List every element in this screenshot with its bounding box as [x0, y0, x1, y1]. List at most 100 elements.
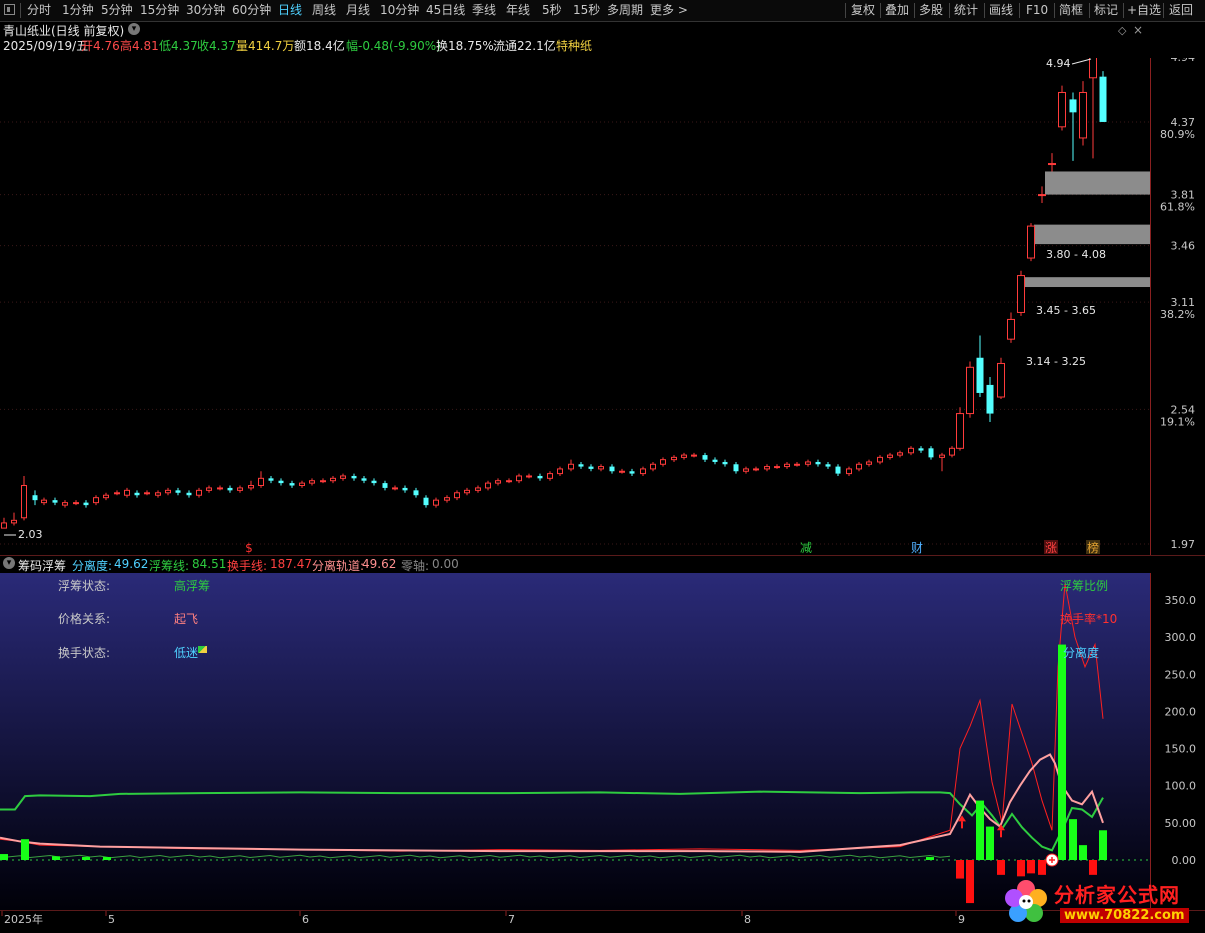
period-tab-quarterly[interactable]: 季线: [472, 2, 496, 19]
candle-body: [134, 492, 140, 496]
candle-body: [227, 487, 233, 491]
candle-body: [825, 464, 831, 467]
candle-body: [382, 483, 388, 488]
time-axis-label: 5: [108, 913, 115, 926]
more-periods-button[interactable]: 更多 >: [650, 2, 688, 19]
candle-body: [155, 492, 161, 496]
candle-body: [83, 502, 89, 506]
period-tab-5sec[interactable]: 5秒: [542, 2, 562, 19]
diamond-icon[interactable]: ◇: [1118, 24, 1126, 38]
candlestick-chart[interactable]: 4.944.3780.9%3.8161.8%3.463.1138.2%2.541…: [0, 58, 1205, 556]
candle-body: [691, 454, 697, 457]
candle-body: [371, 480, 377, 484]
candle-body: [928, 448, 934, 458]
add-watchlist-button[interactable]: +自选: [1127, 2, 1161, 19]
quote-volume: 量414.7万: [236, 39, 295, 53]
separation-bar: [103, 857, 111, 860]
float-status-value: 高浮筹: [174, 579, 211, 593]
candle-body: [1027, 225, 1035, 259]
period-tab-15sec[interactable]: 15秒: [573, 2, 600, 19]
restore-rights-button[interactable]: 复权: [851, 2, 875, 19]
candle-body: [908, 447, 914, 454]
period-tab-weekly[interactable]: 周线: [312, 2, 336, 19]
period-tab-1min[interactable]: 1分钟: [62, 2, 94, 19]
indicator-scale-label: 150.0: [1165, 743, 1197, 756]
period-tab-45day[interactable]: 45日线: [426, 2, 465, 19]
separation-bar: [52, 856, 60, 860]
period-tab-30min[interactable]: 30分钟: [186, 2, 225, 19]
draw-line-button[interactable]: 画线: [989, 2, 1013, 19]
period-tab-fenshi[interactable]: 分时: [27, 2, 51, 19]
toolbar-divider: [984, 3, 985, 18]
period-tab-10min[interactable]: 10分钟: [380, 2, 419, 19]
indicator-field-label: 零轴:: [401, 559, 430, 573]
candle-body: [186, 492, 192, 496]
period-tab-60min[interactable]: 60分钟: [232, 2, 271, 19]
period-tab-daily[interactable]: 日线: [278, 2, 302, 19]
price-axis-label: 1.97: [1171, 538, 1196, 551]
candle-body: [361, 478, 367, 481]
candle-body: [619, 470, 625, 473]
separation-bar: [1058, 644, 1066, 860]
candle-body: [939, 454, 945, 458]
candle-body: [722, 461, 728, 465]
negative-bar: [997, 860, 1005, 875]
status-flag-icon: [198, 646, 207, 653]
percent-axis-label: 61.8%: [1160, 201, 1195, 214]
separation-bar: [1099, 830, 1107, 860]
candle-body: [856, 463, 862, 470]
candle-body: [681, 454, 687, 458]
statistics-button[interactable]: 统计: [954, 2, 978, 19]
indicator-scale-label: 350.0: [1165, 594, 1197, 607]
period-tab-15min[interactable]: 15分钟: [140, 2, 179, 19]
quote-sector[interactable]: 特种纸: [556, 39, 592, 53]
stock-title[interactable]: 青山纸业(日线 前复权): [3, 24, 124, 38]
quote-info: 青山纸业(日线 前复权) ▾ ◇ × 2025/09/19/五 开4.76 高4…: [0, 22, 1150, 58]
close-icon[interactable]: ×: [1133, 23, 1143, 37]
indicator-field-value: 0.00: [432, 557, 459, 571]
period-tab-multi[interactable]: 多周期: [607, 2, 643, 19]
time-axis-label: 7: [508, 913, 515, 926]
overlay-button[interactable]: 叠加: [885, 2, 909, 19]
indicator-scale-label: 250.0: [1165, 668, 1197, 681]
indicator-header: ▾ 筹码浮筹 分离度: 49.62 浮筹线: 84.51 换手线: 187.47…: [0, 556, 1150, 573]
candle-body: [1089, 58, 1097, 79]
period-tab-5min[interactable]: 5分钟: [101, 2, 133, 19]
mark-button[interactable]: 标记: [1094, 2, 1118, 19]
separation-bar: [986, 826, 994, 860]
indicator-name[interactable]: 筹码浮筹: [18, 557, 66, 574]
f10-button[interactable]: F10: [1026, 2, 1048, 19]
event-marker[interactable]: 涨: [1045, 540, 1057, 555]
candle-body: [1058, 91, 1066, 128]
chevron-down-icon[interactable]: ▾: [128, 23, 140, 35]
back-button[interactable]: 返回: [1169, 2, 1193, 19]
event-marker[interactable]: 榜: [1087, 540, 1099, 555]
simple-frame-button[interactable]: 简框: [1059, 2, 1083, 19]
candle-body: [918, 448, 924, 451]
high-marker-label: 4.94: [1046, 58, 1071, 70]
multi-stock-button[interactable]: 多股: [919, 2, 943, 19]
indicator-field-value: 187.47: [270, 557, 312, 571]
candle-body: [52, 500, 58, 503]
candle-body: [41, 499, 47, 504]
candle-body: [340, 475, 346, 479]
candle-body: [423, 497, 429, 506]
event-marker[interactable]: $: [245, 541, 253, 555]
candle-body: [794, 463, 800, 466]
time-axis-label: 8: [744, 913, 751, 926]
candle-body: [640, 468, 646, 475]
period-tab-monthly[interactable]: 月线: [346, 2, 370, 19]
quote-open: 开4.76: [81, 39, 120, 53]
indicator-scale-label: 0.00: [1172, 854, 1197, 867]
event-marker[interactable]: 财: [911, 541, 923, 555]
chevron-down-icon[interactable]: ▾: [3, 557, 15, 569]
candle-body: [629, 471, 635, 474]
toolbar-divider: [880, 3, 881, 18]
period-tab-yearly[interactable]: 年线: [506, 2, 530, 19]
window-menu-icon[interactable]: [4, 4, 15, 15]
quote-low: 低4.37: [159, 39, 198, 53]
candle-body: [21, 485, 27, 519]
candle-body: [165, 489, 171, 494]
event-marker[interactable]: 减: [800, 541, 812, 555]
candle-body: [351, 475, 357, 479]
